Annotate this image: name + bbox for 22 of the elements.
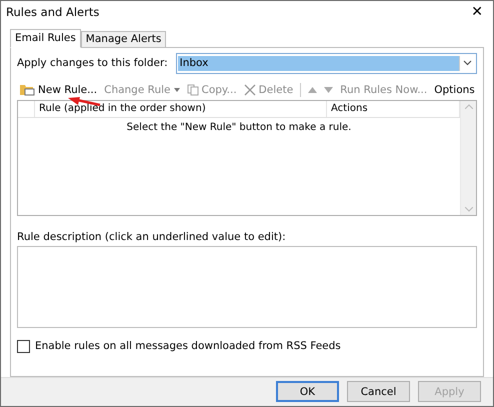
- scrollbar[interactable]: [460, 100, 476, 215]
- tab[interactable]: Email Rules: [10, 28, 81, 48]
- rule-folder-icon: [19, 83, 35, 96]
- chevron-down-icon: [463, 60, 472, 66]
- description-label: Rule description (click an underlined value to edit):: [17, 230, 287, 243]
- tab[interactable]: Manage Alerts: [80, 30, 166, 47]
- checkbox-label: Enable rules on all messages downloaded from RSS Feeds: [35, 340, 341, 352]
- dialog-button[interactable]: OK: [276, 381, 339, 402]
- new-button[interactable]: New Rule...: [19, 83, 98, 96]
- scroll-down-icon: [464, 206, 472, 212]
- folder-label: Apply changes to this folder:: [17, 57, 168, 70]
- copy-icon: [186, 84, 199, 96]
- window-title: Rules and Alerts: [6, 4, 100, 19]
- empty-message: Select the "New Rule" button to make a rule.: [126, 122, 352, 133]
- delete-icon: [244, 84, 256, 96]
- dialog-button[interactable]: Cancel: [347, 381, 410, 402]
- caret-icon: [174, 88, 180, 92]
- options-button[interactable]: Options: [434, 84, 475, 96]
- checkbox[interactable]: [17, 340, 30, 353]
- scroll-up-icon: [464, 104, 472, 109]
- close-button[interactable]: ✕: [469, 4, 485, 20]
- folder-dropdown[interactable]: Inbox: [176, 52, 477, 74]
